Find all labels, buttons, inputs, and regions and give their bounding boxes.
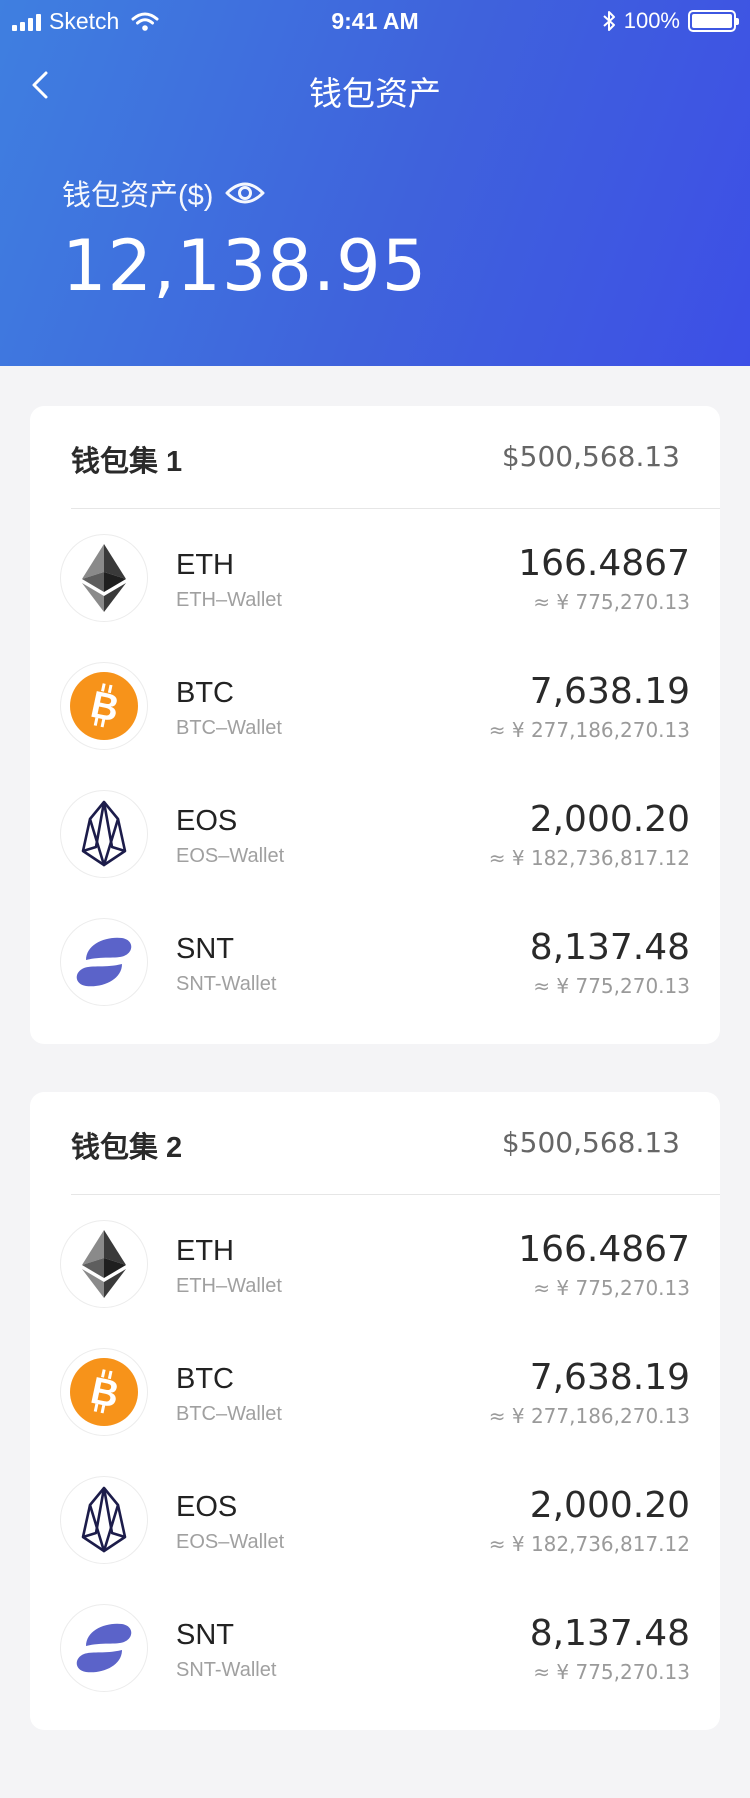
coin-fiat-value: ≈ ¥ 775,270.13 <box>533 974 690 998</box>
coin-name: BTC <box>176 677 234 709</box>
asset-row-snt[interactable]: SNT SNT-Wallet 8,137.48 ≈ ¥ 775,270.13 <box>30 893 720 1021</box>
battery-percent: 100% <box>623 8 680 33</box>
wallet-set-title: 钱包集 2 <box>71 1132 183 1164</box>
wallet-set-title: 钱包集 1 <box>71 446 183 478</box>
card-bottom-spacer <box>30 1707 720 1730</box>
asset-row-eos[interactable]: EOS EOS–Wallet 2,000.20 ≈ ¥ 182,736,817.… <box>30 1451 720 1579</box>
wallet-set-header[interactable]: 钱包集 1 $500,568.13 <box>30 406 720 509</box>
eos-icon <box>81 1486 127 1553</box>
card-bottom-spacer <box>30 1021 720 1044</box>
nav-bar: 钱包资产 <box>0 55 750 115</box>
coin-wallet: SNT-Wallet <box>176 973 277 995</box>
toggle-visibility-button[interactable] <box>225 179 265 207</box>
snt-coin-badge <box>60 1604 148 1692</box>
snt-icon <box>76 937 132 987</box>
assets-label-row: 钱包资产($) <box>62 172 265 214</box>
coin-amount: 166.4867 <box>518 1229 690 1270</box>
status-right: 100% <box>602 8 739 34</box>
eos-coin-badge <box>60 1476 148 1564</box>
snt-coin-badge <box>60 918 148 1006</box>
asset-row-btc[interactable]: B BTC BTC–Wallet 7,638.19 ≈ ¥ 277,186,27… <box>30 1323 720 1451</box>
coin-amount: 2,000.20 <box>529 799 690 840</box>
btc-coin-badge: B <box>60 662 148 750</box>
assets-total: 12,138.95 <box>62 225 428 307</box>
bluetooth-icon <box>603 11 615 31</box>
snt-icon <box>76 1623 132 1673</box>
coin-name: EOS <box>176 805 238 837</box>
eth-coin-badge <box>60 1220 148 1308</box>
coin-amount: 7,638.19 <box>529 671 690 712</box>
coin-name: ETH <box>176 549 234 581</box>
asset-row-eos[interactable]: EOS EOS–Wallet 2,000.20 ≈ ¥ 182,736,817.… <box>30 765 720 893</box>
coin-name: BTC <box>176 1363 234 1395</box>
btc-coin-badge: B <box>60 1348 148 1436</box>
asset-row-eth[interactable]: ETH ETH–Wallet 166.4867 ≈ ¥ 775,270.13 <box>30 509 720 637</box>
asset-row-eth[interactable]: ETH ETH–Wallet 166.4867 ≈ ¥ 775,270.13 <box>30 1195 720 1323</box>
coin-amount: 166.4867 <box>518 543 690 584</box>
coin-wallet: BTC–Wallet <box>176 1403 282 1425</box>
coin-wallet: SNT-Wallet <box>176 1659 277 1681</box>
wallet-set-header[interactable]: 钱包集 2 $500,568.13 <box>30 1092 720 1195</box>
coin-wallet: EOS–Wallet <box>176 1531 285 1553</box>
btc-icon: B <box>70 1358 138 1426</box>
coin-fiat-value: ≈ ¥ 182,736,817.12 <box>488 846 690 870</box>
asset-row-btc[interactable]: B BTC BTC–Wallet 7,638.19 ≈ ¥ 277,186,27… <box>30 637 720 765</box>
coin-fiat-value: ≈ ¥ 277,186,270.13 <box>488 718 690 742</box>
header-banner: Sketch 9:41 AM 100% 钱包资产 钱包资产($) 12,138.… <box>0 0 750 366</box>
coin-name: EOS <box>176 1491 238 1523</box>
coin-name: SNT <box>176 1619 234 1651</box>
coin-wallet: EOS–Wallet <box>176 845 285 867</box>
assets-label: 钱包资产($) <box>62 180 214 212</box>
eos-icon <box>81 800 127 867</box>
btc-icon: B <box>70 672 138 740</box>
eth-coin-badge <box>60 534 148 622</box>
wallet-set-card-2: 钱包集 2 $500,568.13 ETH ETH–Wallet 166.486… <box>30 1092 720 1730</box>
wallet-set-total: $500,568.13 <box>501 1126 680 1159</box>
coin-fiat-value: ≈ ¥ 775,270.13 <box>533 590 690 614</box>
coin-fiat-value: ≈ ¥ 182,736,817.12 <box>488 1532 690 1556</box>
eye-icon <box>225 182 265 204</box>
coin-amount: 7,638.19 <box>529 1357 690 1398</box>
status-bar: Sketch 9:41 AM 100% <box>0 0 750 40</box>
wallet-set-card-1: 钱包集 1 $500,568.13 ETH ETH–Wallet 166.486… <box>30 406 720 1044</box>
asset-row-snt[interactable]: SNT SNT-Wallet 8,137.48 ≈ ¥ 775,270.13 <box>30 1579 720 1707</box>
coin-fiat-value: ≈ ¥ 775,270.13 <box>533 1276 690 1300</box>
coin-fiat-value: ≈ ¥ 277,186,270.13 <box>488 1404 690 1428</box>
wallet-set-total: $500,568.13 <box>501 440 680 473</box>
coin-fiat-value: ≈ ¥ 775,270.13 <box>533 1660 690 1684</box>
coin-wallet: ETH–Wallet <box>176 1275 282 1297</box>
coin-wallet: ETH–Wallet <box>176 589 282 611</box>
battery-icon <box>688 10 739 32</box>
coin-amount: 8,137.48 <box>529 1613 690 1654</box>
eth-icon <box>82 1230 126 1298</box>
coin-amount: 2,000.20 <box>529 1485 690 1526</box>
page-title: 钱包资产 <box>309 75 441 112</box>
coin-amount: 8,137.48 <box>529 927 690 968</box>
eos-coin-badge <box>60 790 148 878</box>
coin-name: ETH <box>176 1235 234 1267</box>
coin-wallet: BTC–Wallet <box>176 717 282 739</box>
eth-icon <box>82 544 126 612</box>
coin-name: SNT <box>176 933 234 965</box>
